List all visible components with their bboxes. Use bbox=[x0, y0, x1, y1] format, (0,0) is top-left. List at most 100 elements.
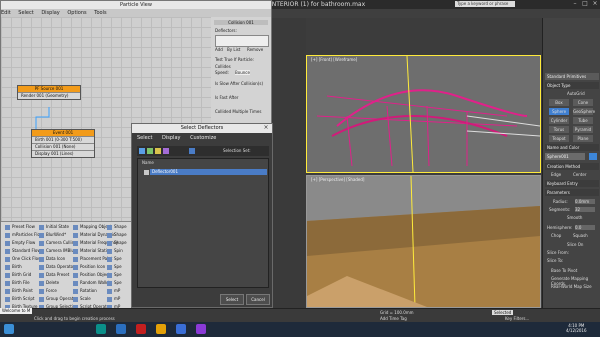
plane-button[interactable]: Plane bbox=[573, 135, 593, 142]
autogrid-checkbox[interactable]: AutoGrid bbox=[567, 91, 585, 96]
sphere-button[interactable]: Sphere bbox=[549, 108, 569, 115]
teapot-button[interactable]: Teapot bbox=[549, 135, 569, 142]
is-fast-radio[interactable]: Is Fast After bbox=[215, 95, 238, 100]
dialog-toolbar: Selection Set: bbox=[137, 146, 269, 156]
selection-set-label: Selection Set: bbox=[223, 148, 251, 153]
add-button[interactable]: Add bbox=[215, 47, 223, 52]
shape-filter-icon[interactable] bbox=[147, 148, 153, 154]
select-button[interactable]: Select bbox=[220, 294, 244, 305]
browser-app-icon[interactable] bbox=[176, 324, 186, 334]
radius-label: Radius: bbox=[553, 199, 568, 204]
light-filter-icon[interactable] bbox=[155, 148, 161, 154]
menu-select[interactable]: Select bbox=[18, 10, 33, 16]
windows-start-icon[interactable] bbox=[4, 324, 14, 334]
close-icon[interactable]: × bbox=[590, 0, 600, 9]
smooth-checkbox[interactable]: Smooth bbox=[567, 215, 582, 220]
menu-options[interactable]: Options bbox=[67, 10, 86, 16]
segments-field[interactable]: 32 bbox=[575, 207, 595, 212]
list-item[interactable]: Deflector001 bbox=[150, 169, 267, 175]
menu-edit[interactable]: Edit bbox=[1, 10, 11, 16]
status-message: Click and drag to begin creation process bbox=[34, 316, 115, 321]
menu-select[interactable]: Select bbox=[137, 135, 152, 141]
app-icon[interactable] bbox=[196, 324, 206, 334]
max-app-icon[interactable] bbox=[96, 324, 106, 334]
hemisphere-field[interactable]: 0.0 bbox=[575, 225, 595, 230]
particle-view-title: Particle View bbox=[1, 1, 271, 9]
event-node[interactable]: Event 001 Birth 001 (0-300 T:500) Collis… bbox=[31, 129, 95, 158]
collided-multiple-radio[interactable]: Collided Multiple Times bbox=[215, 109, 261, 114]
store-app-icon[interactable] bbox=[116, 324, 126, 334]
taskbar bbox=[0, 322, 600, 337]
menu-customize[interactable]: Customize bbox=[190, 135, 216, 141]
tube-button[interactable]: Tube bbox=[573, 117, 593, 124]
edge-radio[interactable]: Edge bbox=[551, 172, 561, 177]
deflector-list[interactable]: Name Deflector001 bbox=[137, 158, 269, 288]
menu-display[interactable]: Display bbox=[41, 10, 59, 16]
torus-button[interactable]: Torus bbox=[549, 126, 569, 133]
pyramid-button[interactable]: Pyramid bbox=[573, 126, 593, 133]
speed-label: Speed: bbox=[215, 70, 229, 75]
deflector-icon bbox=[144, 170, 149, 175]
props-header: Collision 001 bbox=[214, 20, 268, 25]
cancel-button[interactable]: Cancel bbox=[246, 294, 270, 305]
remove-button[interactable]: Remove bbox=[247, 47, 263, 52]
cylinder-button[interactable]: Cylinder bbox=[549, 117, 569, 124]
creation-method-header[interactable]: Creation Method bbox=[545, 163, 599, 170]
taskbar-clock[interactable]: 4:10 PM 4/12/2016 bbox=[566, 323, 587, 333]
filter-icon[interactable] bbox=[139, 148, 145, 154]
base-to-pivot-checkbox[interactable]: Base To Pivot bbox=[551, 268, 577, 273]
add-time-tag[interactable]: Add Time Tag bbox=[380, 316, 407, 321]
front-viewport[interactable]: [+] [Front] [Wireframe] bbox=[306, 55, 541, 173]
node-operator[interactable]: Collision 001 (None) bbox=[32, 143, 94, 150]
key-filters-button[interactable]: Key Filters... bbox=[505, 316, 529, 321]
bylist-button[interactable]: By List bbox=[227, 47, 240, 52]
left-tool-strip bbox=[272, 18, 306, 308]
particle-view-menu: Edit Select Display Options Tools bbox=[1, 10, 211, 17]
node-operator[interactable]: Display 001 (Lines) bbox=[32, 150, 94, 157]
menu-display[interactable]: Display bbox=[162, 135, 180, 141]
dialog-title: Select Deflectors bbox=[132, 124, 272, 133]
selected-dropdown[interactable]: Selected bbox=[492, 310, 514, 315]
keyboard-entry-header[interactable]: Keyboard Entry bbox=[545, 180, 599, 187]
radius-field[interactable]: 0.0mm bbox=[575, 199, 595, 204]
collides-radio[interactable]: Collides bbox=[215, 64, 231, 69]
maxscript-listener[interactable]: Welcome to M bbox=[0, 308, 32, 314]
maximize-icon[interactable]: □ bbox=[580, 0, 590, 9]
object-color-swatch[interactable] bbox=[589, 153, 597, 160]
cone-button[interactable]: Cone bbox=[573, 99, 593, 106]
grid-readout: Grid = 100.0mm bbox=[380, 310, 414, 315]
name-color-header[interactable]: Name and Color bbox=[545, 144, 599, 151]
real-world-checkbox[interactable]: Real-World Map Size bbox=[551, 284, 592, 289]
box-button[interactable]: Box bbox=[549, 99, 569, 106]
deflectors-list[interactable] bbox=[215, 35, 269, 47]
menu-tools[interactable]: Tools bbox=[94, 10, 106, 16]
dialog-menu: Select Display Customize bbox=[137, 135, 224, 141]
slice-on-checkbox[interactable]: Slice On bbox=[567, 242, 583, 247]
primitive-dropdown[interactable]: Standard Primitives bbox=[545, 73, 599, 80]
is-slow-radio[interactable]: Is Slow After Collision(s) bbox=[215, 81, 263, 86]
object-name-field[interactable]: Sphere001 bbox=[545, 153, 585, 160]
wireframe-render bbox=[316, 56, 540, 172]
shaded-render bbox=[307, 176, 540, 307]
list-header[interactable]: Name bbox=[142, 160, 154, 165]
geosphere-button[interactable]: GeoSphere bbox=[573, 108, 595, 115]
search-input[interactable]: Type a keyword or phrase bbox=[455, 1, 515, 7]
object-type-header[interactable]: Object Type bbox=[545, 82, 599, 89]
slice-to-label: Slice To: bbox=[547, 258, 564, 263]
helper-filter-icon[interactable] bbox=[163, 148, 169, 154]
node-operator[interactable]: Birth 001 (0-300 T:500) bbox=[32, 136, 94, 143]
close-icon[interactable]: × bbox=[260, 124, 272, 133]
parameters-header[interactable]: Parameters bbox=[545, 189, 599, 196]
explorer-app-icon[interactable] bbox=[156, 324, 166, 334]
command-panel: Standard Primitives Object Type AutoGrid… bbox=[542, 18, 600, 308]
autocad-app-icon[interactable] bbox=[136, 324, 146, 334]
center-radio[interactable]: Center bbox=[573, 172, 586, 177]
select-all-icon[interactable] bbox=[189, 148, 195, 154]
minimize-icon[interactable]: – bbox=[570, 0, 580, 9]
speed-dropdown[interactable]: Bounce bbox=[235, 70, 250, 75]
chop-radio[interactable]: Chop bbox=[551, 233, 561, 238]
squash-radio[interactable]: Squash bbox=[573, 233, 588, 238]
perspective-viewport[interactable]: [+] [Perspective] [Shaded] bbox=[306, 175, 541, 308]
main-toolbar bbox=[272, 9, 600, 18]
select-deflectors-dialog: Select Deflectors × Select Display Custo… bbox=[131, 123, 273, 308]
